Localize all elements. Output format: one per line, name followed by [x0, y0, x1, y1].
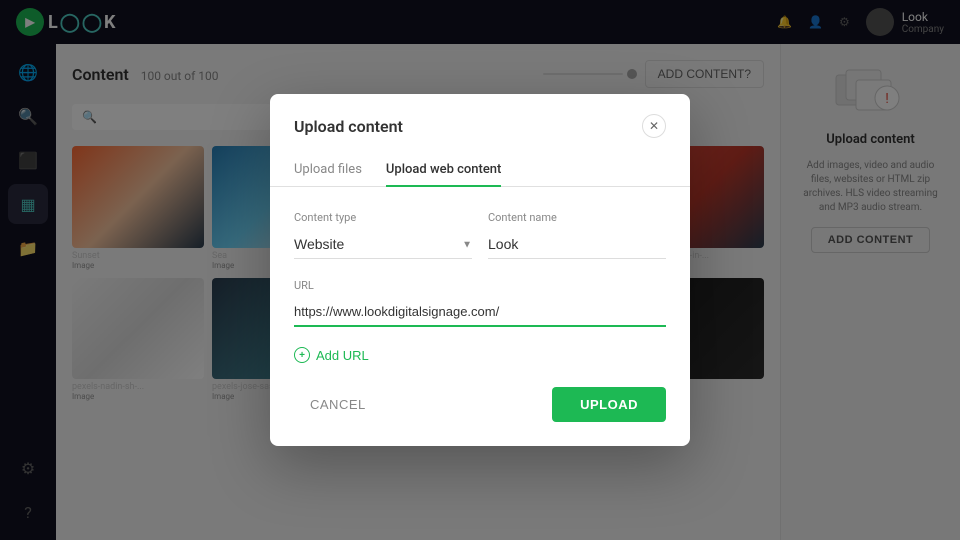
url-input[interactable]: [294, 298, 666, 327]
modal-close-button[interactable]: ✕: [642, 114, 666, 138]
form-group-url: URL: [294, 279, 666, 327]
url-label: URL: [294, 279, 666, 292]
modal-header: Upload content ✕: [270, 94, 690, 138]
cancel-button[interactable]: CANCEL: [294, 387, 382, 422]
content-type-select[interactable]: Website HTML Video Stream Audio Stream: [294, 230, 472, 259]
add-url-label: Add URL: [316, 348, 369, 363]
add-url-button[interactable]: + Add URL: [294, 347, 369, 363]
form-group-content-type: Content type Website HTML Video Stream A…: [294, 211, 472, 259]
form-group-content-name: Content name: [488, 211, 666, 259]
close-icon: ✕: [649, 119, 659, 133]
modal: Upload content ✕ Upload files Upload web…: [270, 94, 690, 446]
modal-overlay[interactable]: Upload content ✕ Upload files Upload web…: [0, 0, 960, 540]
upload-button[interactable]: UPLOAD: [552, 387, 666, 422]
tab-upload-web-content[interactable]: Upload web content: [386, 154, 501, 187]
modal-title: Upload content: [294, 117, 403, 136]
form-row-type-name: Content type Website HTML Video Stream A…: [294, 211, 666, 259]
content-type-select-wrapper: Website HTML Video Stream Audio Stream ▼: [294, 230, 472, 259]
modal-tabs: Upload files Upload web content: [270, 154, 690, 187]
content-type-label: Content type: [294, 211, 472, 224]
add-circle-icon: +: [294, 347, 310, 363]
modal-body: Content type Website HTML Video Stream A…: [270, 187, 690, 387]
content-name-label: Content name: [488, 211, 666, 224]
modal-footer: CANCEL UPLOAD: [270, 387, 690, 446]
content-name-input[interactable]: [488, 230, 666, 259]
tab-upload-files[interactable]: Upload files: [294, 154, 362, 187]
